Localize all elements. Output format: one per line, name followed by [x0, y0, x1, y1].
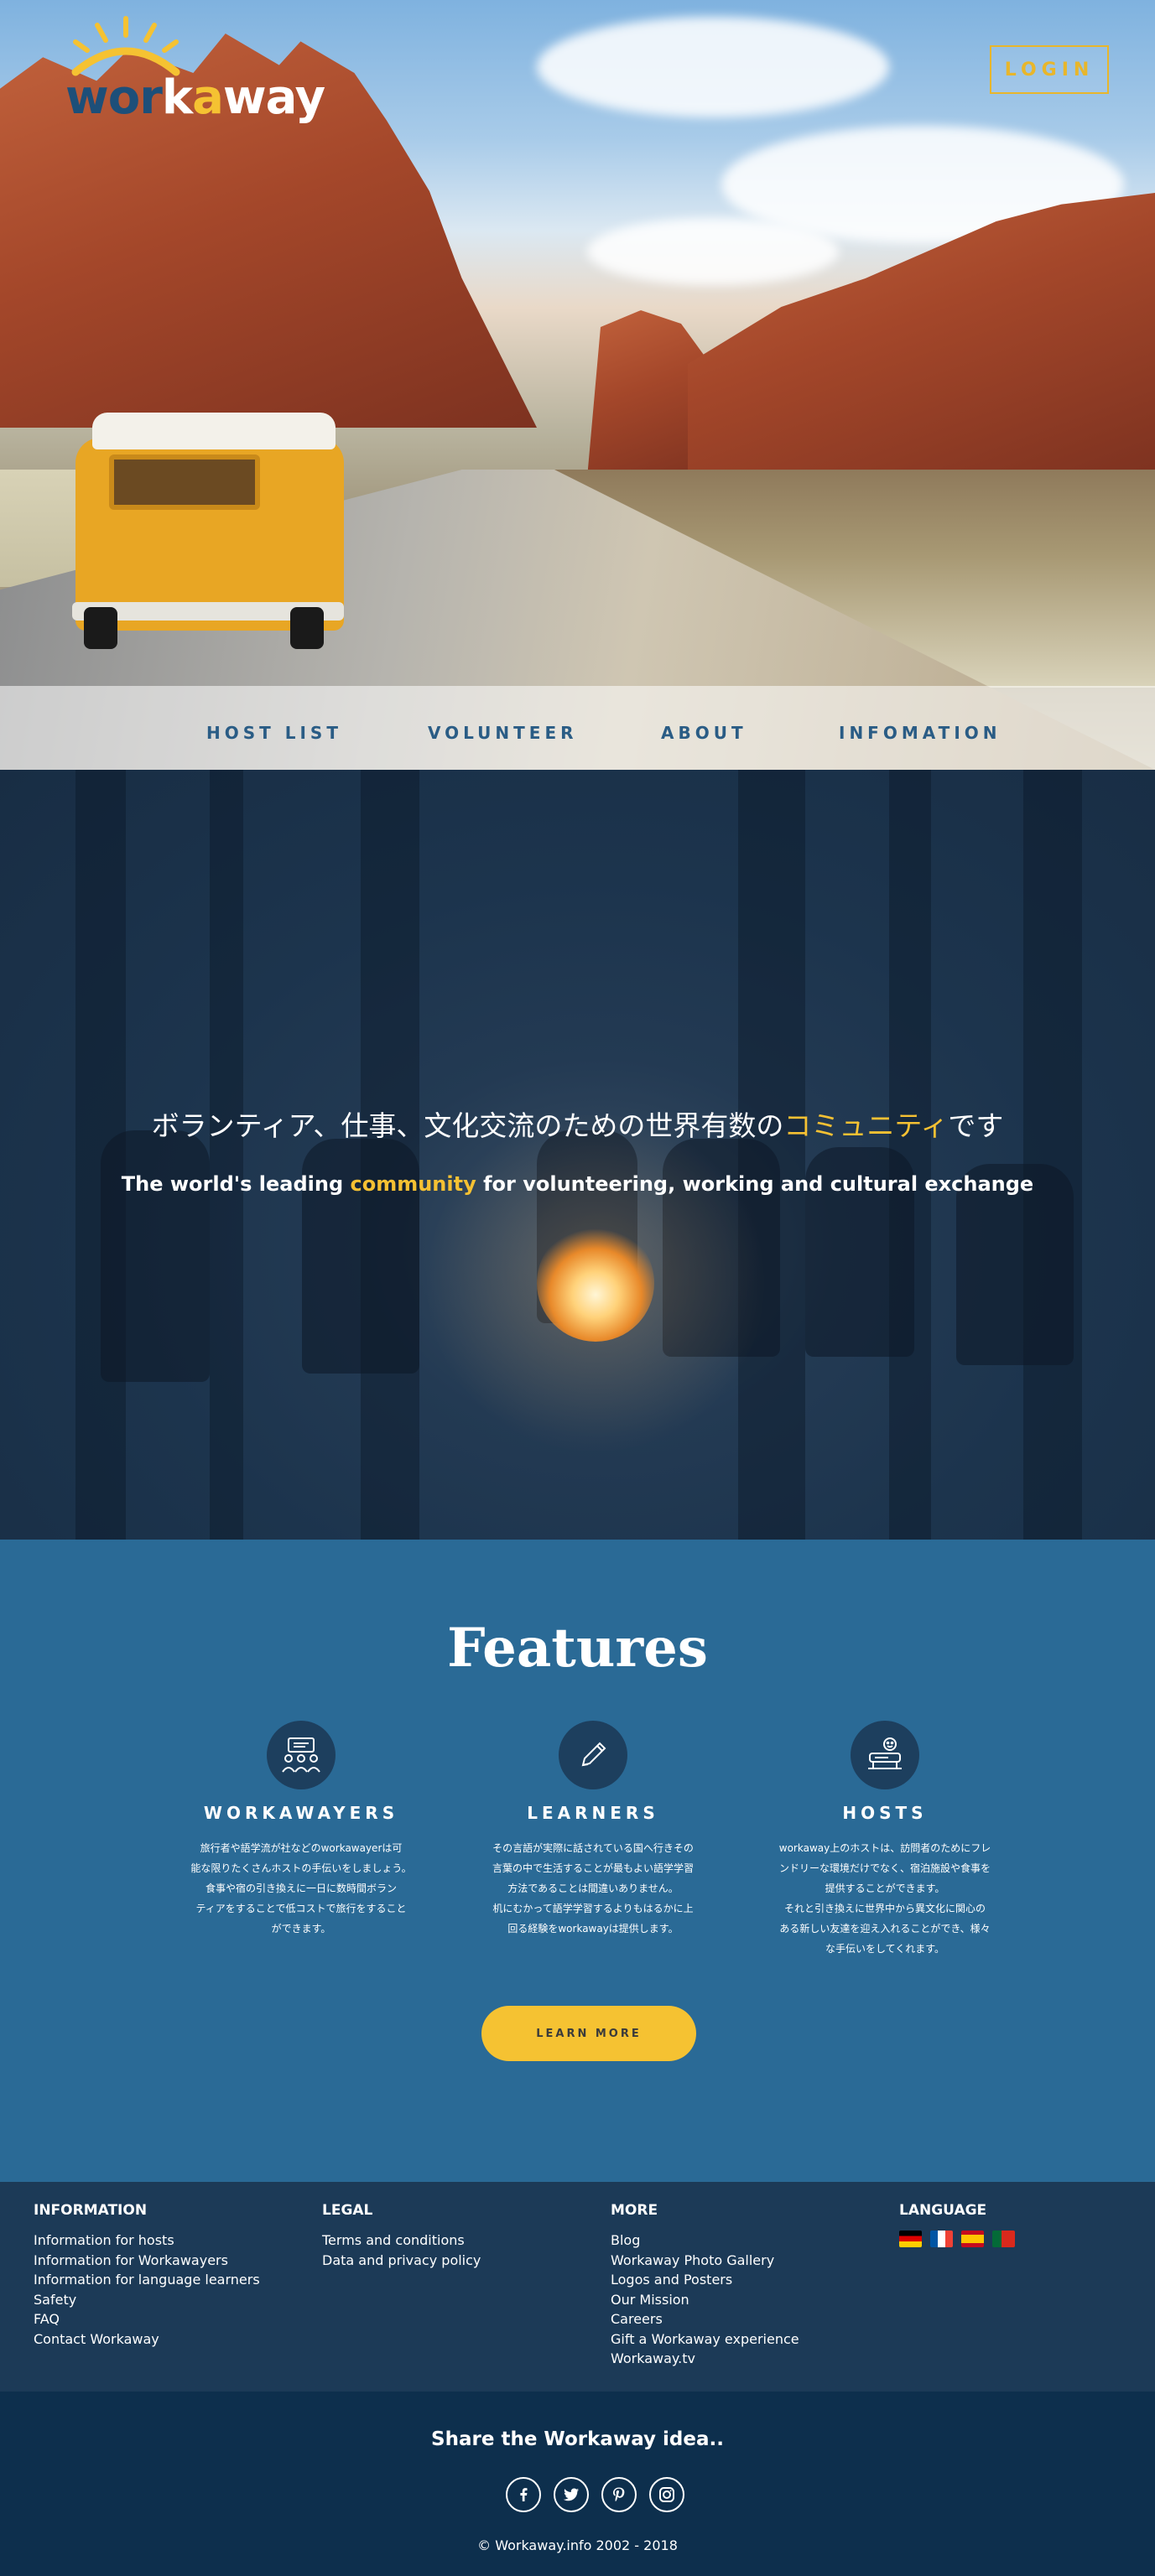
logo-wordmark: workaway [65, 70, 325, 125]
presentation-group-icon [267, 1721, 336, 1789]
feature-desc-learners: その言語が実際に話されている国へ行きその 言葉の中で生活することが最もよい語学学… [492, 1842, 694, 1935]
footer-heading-more: MORE [611, 2202, 658, 2219]
login-button[interactable]: LOGIN [990, 45, 1109, 94]
footer-link-privacy[interactable]: Data and privacy policy [322, 2251, 591, 2271]
spain-flag-icon[interactable] [961, 2231, 984, 2247]
community-heading-jp: ボランティア、仕事、文化交流のための世界有数のコミュニティです [151, 1109, 1004, 1142]
footer-link-mission[interactable]: Our Mission [611, 2290, 879, 2310]
footer-col-legal: LEGAL Terms and conditions Data and priv… [322, 2202, 591, 2270]
pinterest-icon[interactable] [601, 2477, 637, 2512]
community-heading-en: The world's leading community for volunt… [121, 1172, 1034, 1196]
instagram-icon[interactable] [649, 2477, 684, 2512]
twitter-icon[interactable] [554, 2477, 589, 2512]
feature-title-learners: LEARNERS [527, 1803, 659, 1823]
germany-flag-icon[interactable] [899, 2231, 922, 2247]
footer-link-logos[interactable]: Logos and Posters [611, 2270, 879, 2290]
footer-link-careers[interactable]: Careers [611, 2309, 879, 2329]
learn-more-button[interactable]: LEARN MORE [481, 2006, 696, 2061]
footer-col-more: MORE Blog Workaway Photo Gallery Logos a… [611, 2202, 879, 2369]
footer-link-safety[interactable]: Safety [34, 2290, 302, 2310]
footer-link-contact[interactable]: Contact Workaway [34, 2329, 302, 2350]
footer-link-faq[interactable]: FAQ [34, 2309, 302, 2329]
footer-link-info-learners[interactable]: Information for language learners [34, 2270, 302, 2290]
feature-desc-hosts: workaway上のホストは、訪問者のためにフレ ンドリーな環境だけでなく、宿泊… [778, 1842, 991, 1955]
nav-about[interactable]: ABOUT [661, 723, 747, 743]
workaway-logo[interactable]: workaway [59, 13, 325, 131]
france-flag-icon[interactable] [930, 2231, 953, 2247]
feature-title-hosts: HOSTS [842, 1803, 928, 1823]
campfire-photo [537, 1224, 654, 1342]
footer-link-info-workawayers[interactable]: Information for Workawayers [34, 2251, 302, 2271]
footer-heading-language: LANGUAGE [899, 2202, 987, 2219]
feature-title-workawayers: WORKAWAYERS [203, 1803, 399, 1823]
main-nav: HOST LIST VOLUNTEER ABOUT INFOMATION [0, 686, 1155, 770]
footer-link-gift[interactable]: Gift a Workaway experience [611, 2329, 879, 2350]
footer-link-tv[interactable]: Workaway.tv [611, 2349, 879, 2369]
footer-link-photo-gallery[interactable]: Workaway Photo Gallery [611, 2251, 879, 2271]
facebook-icon[interactable] [506, 2477, 541, 2512]
copyright-text: © Workaway.info 2002 - 2018 [477, 2537, 678, 2553]
footer-heading-information: INFORMATION [34, 2202, 148, 2219]
nav-volunteer[interactable]: VOLUNTEER [428, 723, 578, 743]
share-title: Share the Workaway idea.. [431, 2428, 724, 2450]
footer-link-info-hosts[interactable]: Information for hosts [34, 2231, 302, 2251]
nav-infomation[interactable]: INFOMATION [839, 723, 1002, 743]
feature-desc-workawayers: 旅行者や語学流が社などのworkawayerは可 能な限りたくさんホストの手伝い… [190, 1842, 412, 1935]
pencil-icon [559, 1721, 627, 1789]
footer-col-information: INFORMATION Information for hosts Inform… [34, 2202, 302, 2349]
nav-host-list[interactable]: HOST LIST [206, 723, 342, 743]
portugal-flag-icon[interactable] [992, 2231, 1015, 2247]
footer-heading-legal: LEGAL [322, 2202, 373, 2219]
footer-link-terms[interactable]: Terms and conditions [322, 2231, 591, 2251]
footer-col-language: LANGUAGE [899, 2202, 1155, 2247]
van-photo [72, 413, 352, 649]
footer-link-blog[interactable]: Blog [611, 2231, 879, 2251]
features-title: Features [447, 1617, 708, 1680]
host-desk-icon [851, 1721, 919, 1789]
